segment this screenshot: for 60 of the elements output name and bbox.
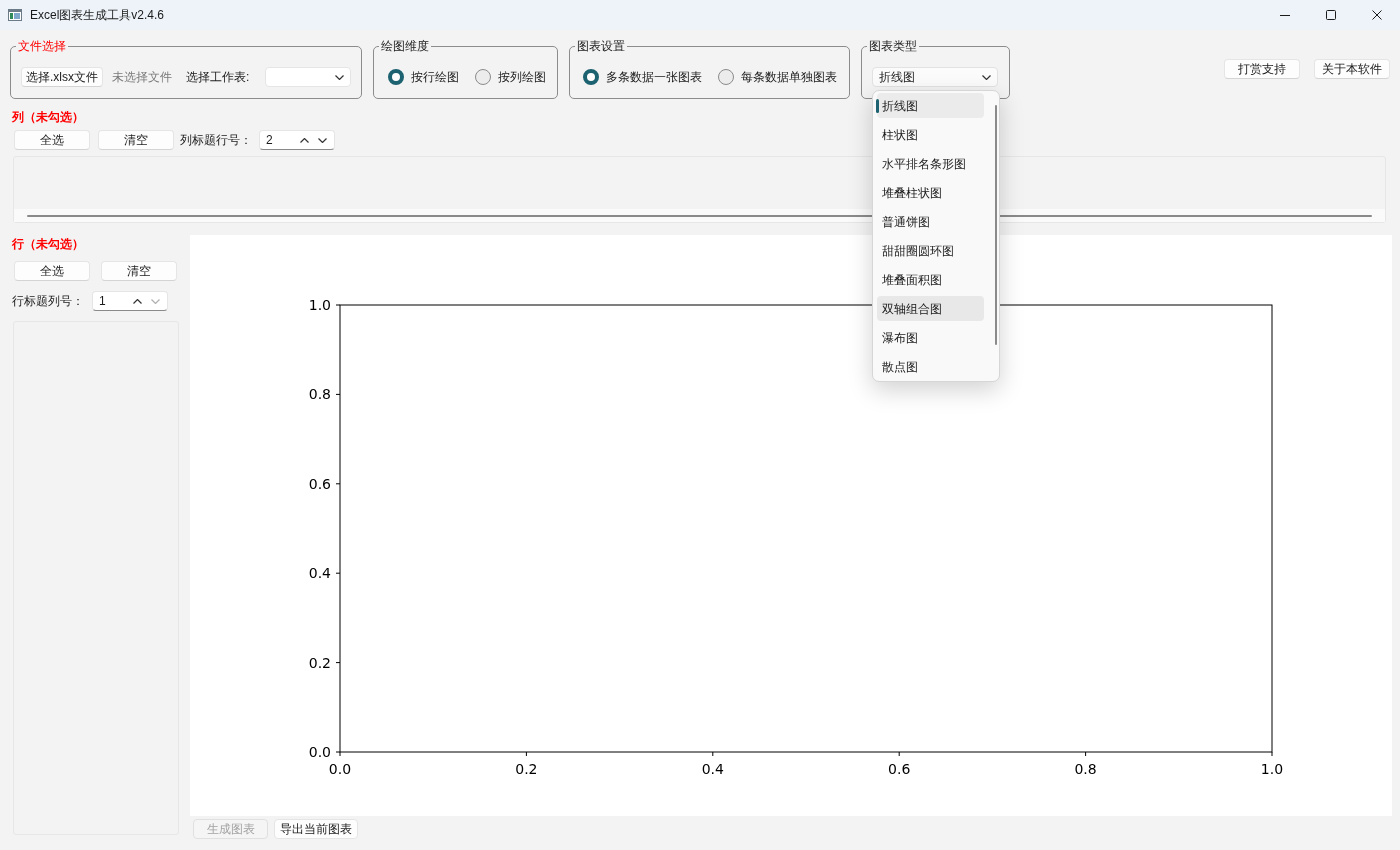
dropdown-item[interactable]: 普通饼图 — [877, 209, 984, 234]
chevron-down-icon — [335, 74, 344, 80]
dropdown-item[interactable]: 散点图 — [877, 354, 984, 379]
group-title: 图表设置 — [576, 38, 626, 54]
x-tick-label: 0.8 — [1074, 761, 1097, 777]
y-tick-label: 0.6 — [308, 475, 331, 492]
y-tick-label: 0.0 — [308, 744, 331, 760]
column-action-button[interactable]: 清空 — [98, 130, 174, 150]
dropdown-item[interactable]: 双轴组合图 — [877, 296, 984, 321]
dropdown-item[interactable]: 折线图 — [877, 93, 984, 118]
minimize-icon — [1280, 14, 1290, 16]
choose-file-button[interactable]: 选择.xlsx文件 — [21, 67, 103, 87]
sheet-label: 选择工作表: — [186, 69, 250, 86]
app-icon — [8, 9, 22, 21]
row-action-button[interactable]: 全选 — [14, 261, 90, 281]
radio-option[interactable]: 按列绘图 — [475, 69, 546, 85]
section-title: 列（未勾选） — [12, 109, 84, 125]
y-tick-label: 0.4 — [308, 565, 331, 582]
selection-indicator-icon — [876, 99, 879, 113]
maximize-icon — [1326, 10, 1336, 20]
field-label: 列标题行号： — [180, 132, 252, 149]
x-tick-label: 0.2 — [515, 761, 538, 777]
x-tick-label: 1.0 — [1260, 761, 1284, 777]
chevron-down-icon[interactable] — [318, 137, 327, 143]
file-status: 未选择文件 — [112, 69, 172, 86]
close-icon — [1372, 10, 1382, 20]
dropdown-item[interactable]: 甜甜圈圆环图 — [877, 238, 984, 263]
x-tick-label: 0.0 — [328, 761, 352, 777]
vertical-scrollbar[interactable] — [995, 105, 997, 345]
dropdown-item[interactable]: 瀑布图 — [877, 325, 984, 350]
column-action-button[interactable]: 全选 — [14, 130, 90, 150]
top-button[interactable]: 打赏支持 — [1224, 59, 1300, 79]
radio-option[interactable]: 按行绘图 — [388, 69, 459, 85]
chevron-up-icon[interactable] — [300, 137, 309, 143]
y-tick-label: 0.8 — [308, 386, 331, 403]
dropdown-item[interactable]: 水平排名条形图 — [877, 151, 984, 176]
spin-box[interactable]: 2 — [259, 130, 335, 150]
dropdown-item[interactable]: 堆叠柱状图 — [877, 180, 984, 205]
window-title: Excel图表生成工具v2.4.6 — [30, 9, 165, 21]
row-action-button[interactable]: 清空 — [101, 261, 177, 281]
radio-option[interactable]: 每条数据单独图表 — [718, 69, 837, 85]
y-tick-label: 0.2 — [308, 654, 331, 671]
horizontal-scrollbar[interactable] — [27, 214, 1372, 217]
chevron-down-icon — [982, 74, 991, 80]
group-title: 文件选择 — [17, 38, 67, 54]
chart-type-combo[interactable]: 折线图 — [872, 67, 998, 87]
y-tick-label: 1.0 — [308, 297, 331, 313]
top-button[interactable]: 关于本软件 — [1314, 59, 1390, 79]
group-title: 绘图维度 — [380, 38, 430, 54]
chevron-up-icon[interactable] — [133, 298, 142, 304]
x-tick-label: 0.6 — [888, 761, 911, 777]
dropdown-item[interactable]: 柱状图 — [877, 122, 984, 147]
group-title: 图表类型 — [868, 38, 918, 54]
field-label: 行标题列号： — [12, 293, 85, 310]
dropdown-item[interactable]: 堆叠面积图 — [877, 267, 984, 292]
spin-box[interactable]: 1 — [92, 291, 168, 311]
radio-option[interactable]: 多条数据一张图表 — [583, 69, 702, 85]
bottom-button[interactable]: 导出当前图表 — [274, 819, 358, 839]
x-tick-label: 0.4 — [701, 761, 724, 777]
section-title: 行（未勾选） — [12, 236, 84, 252]
